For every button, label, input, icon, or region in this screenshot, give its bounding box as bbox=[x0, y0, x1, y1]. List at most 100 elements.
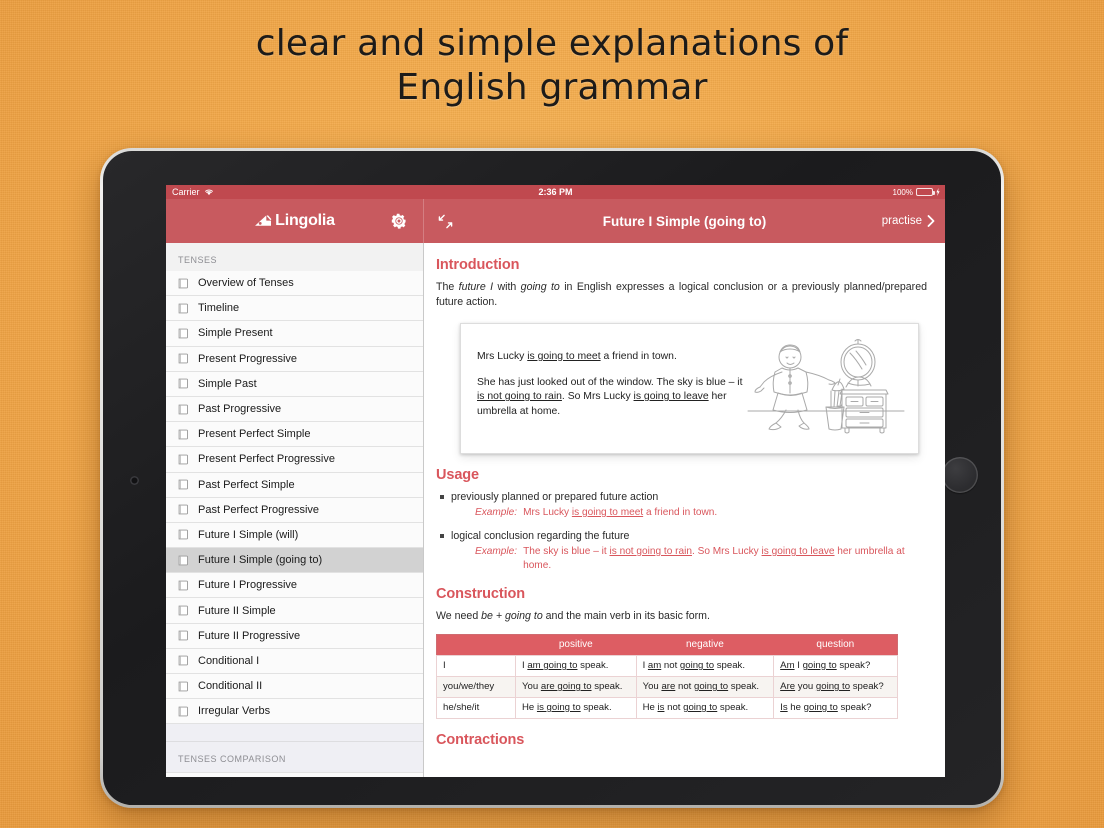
navbar-left-panel: Lingolia bbox=[166, 199, 424, 243]
cell-part-u1: are going to bbox=[540, 681, 592, 692]
sidebar-section-tenses-comparison-header: TENSES COMPARISON bbox=[166, 742, 423, 773]
tablet-device: Carrier 2:36 PM 100% Lingolia Future I S… bbox=[100, 148, 1004, 808]
sidebar-item-label: Future II Simple bbox=[198, 604, 276, 617]
cell-part-u1: are bbox=[661, 681, 676, 692]
construction-table-head: positive negative question bbox=[436, 634, 898, 655]
introduction-heading: Introduction bbox=[436, 257, 520, 273]
usage-example-label: Example: bbox=[475, 546, 518, 557]
cell-part-b: not bbox=[664, 702, 684, 713]
usage-example-text: The sky is blue – it is not going to rai… bbox=[523, 545, 927, 573]
contractions-heading: Contractions bbox=[436, 731, 525, 748]
cell-part-a: He bbox=[522, 702, 537, 713]
sidebar-item-simple-present[interactable]: Simple Present bbox=[166, 321, 423, 347]
page-title: Future I Simple (going to) bbox=[602, 213, 767, 229]
cell-part-u1: am going to bbox=[527, 660, 578, 671]
cell-part-u2: going to bbox=[802, 660, 837, 671]
book-icon bbox=[178, 303, 188, 314]
sidebar-item-conditional-i[interactable]: Conditional I bbox=[166, 648, 423, 674]
sidebar-item-present-progressive[interactable]: Present Progressive bbox=[166, 346, 423, 372]
book-icon bbox=[178, 504, 188, 515]
gear-icon[interactable] bbox=[391, 213, 407, 229]
sidebar-item-label: Future I Progressive bbox=[198, 579, 298, 592]
col-header-blank bbox=[436, 634, 516, 655]
cell-negative: You are not going to speak. bbox=[635, 675, 775, 698]
example-paragraph-1: Mrs Lucky is going to meet a friend in t… bbox=[477, 350, 743, 365]
example-p1-pre: Mrs Lucky bbox=[477, 351, 528, 362]
sidebar-item-present-perfect-simple[interactable]: Present Perfect Simple bbox=[166, 422, 423, 448]
sidebar-item-label: Past Perfect Progressive bbox=[198, 503, 320, 516]
sketch-woman-dresser-umbrella-illustration bbox=[747, 338, 904, 433]
book-icon bbox=[178, 479, 188, 490]
sidebar-item-past-perfect-progressive[interactable]: Past Perfect Progressive bbox=[166, 497, 423, 523]
status-bar-right: 100% bbox=[893, 188, 940, 197]
usage-ex-u1: is not going to rain bbox=[609, 546, 692, 557]
sidebar-list-tail bbox=[166, 772, 423, 777]
status-bar: Carrier 2:36 PM 100% bbox=[166, 185, 945, 199]
sidebar-item-list: Overview of Tenses Timeline Simple Present… bbox=[166, 271, 423, 725]
table-row: II am going to speak. I am not going to s… bbox=[436, 654, 898, 677]
cell-part-c: speak. bbox=[717, 702, 749, 713]
cell-part-b: not bbox=[675, 681, 694, 692]
sidebar-item-overview-of-tenses[interactable]: Overview of Tenses bbox=[166, 271, 423, 297]
navbar-right-panel: Future I Simple (going to) practise bbox=[424, 199, 945, 243]
book-icon bbox=[178, 555, 188, 566]
sidebar-item-irregular-verbs[interactable]: Irregular Verbs bbox=[166, 699, 423, 725]
expand-collapse-arrows-icon[interactable] bbox=[438, 214, 453, 229]
cell-part-u2: going to bbox=[679, 660, 715, 671]
sidebar-item-timeline[interactable]: Timeline bbox=[166, 296, 423, 322]
construction-intro: We need be + going to and the main verb … bbox=[436, 609, 927, 624]
example-box-text: Mrs Lucky is going to meet a friend in t… bbox=[477, 338, 743, 439]
construction-intro-b: and the main verb in its basic form. bbox=[542, 610, 710, 622]
example-p2-u1: is not going to rain bbox=[477, 391, 562, 403]
introduction-paragraph: The future I with going to in English ex… bbox=[436, 281, 927, 308]
sidebar-item-label: Present Perfect Progressive bbox=[198, 453, 335, 466]
sidebar-item-past-perfect-simple[interactable]: Past Perfect Simple bbox=[166, 472, 423, 498]
cell-part-u2: going to bbox=[803, 702, 838, 713]
book-icon bbox=[178, 429, 188, 440]
cell-part-c: speak. bbox=[728, 681, 760, 692]
sidebar-item-label: Past Perfect Simple bbox=[198, 478, 295, 491]
example-box: Mrs Lucky is going to meet a friend in t… bbox=[460, 323, 919, 454]
cell-part-c: speak? bbox=[837, 702, 872, 713]
cell-subject: he/she/it bbox=[436, 696, 516, 719]
cell-part-b: speak. bbox=[591, 681, 623, 692]
sidebar-item-simple-past[interactable]: Simple Past bbox=[166, 371, 423, 397]
sidebar-item-future-i-simple-going-to[interactable]: Future I Simple (going to) bbox=[166, 548, 423, 574]
example-p2-u2: is going to leave bbox=[633, 391, 709, 403]
sidebar-item-label: Overview of Tenses bbox=[198, 277, 294, 290]
cell-part-u1: is going to bbox=[536, 702, 581, 713]
sidebar-item-past-progressive[interactable]: Past Progressive bbox=[166, 396, 423, 423]
book-icon bbox=[178, 278, 188, 288]
book-icon bbox=[178, 328, 188, 339]
cell-part-b: he bbox=[787, 702, 804, 713]
usage-ex-u1: is going to meet bbox=[571, 507, 644, 518]
example-p2-b: . So Mrs Lucky bbox=[561, 391, 634, 403]
table-row: you/we/they You are going to speak. You ar… bbox=[436, 675, 898, 698]
cell-part-b: not bbox=[661, 660, 680, 671]
sidebar: TENSES Overview of Tenses Timeline Simple … bbox=[166, 243, 424, 777]
col-header-positive: positive bbox=[515, 634, 637, 655]
sidebar-item-future-ii-progressive[interactable]: Future II Progressive bbox=[166, 623, 423, 649]
sidebar-item-label: Present Perfect Simple bbox=[198, 428, 311, 441]
sidebar-item-conditional-ii[interactable]: Conditional II bbox=[166, 674, 423, 700]
sidebar-divider bbox=[166, 724, 423, 743]
cell-part-c: speak? bbox=[836, 660, 871, 671]
chevron-right-icon bbox=[927, 215, 935, 227]
sidebar-item-label: Future I Simple (will) bbox=[198, 528, 299, 541]
sidebar-item-label: Timeline bbox=[198, 302, 240, 315]
construction-intro-a: We need bbox=[436, 610, 482, 622]
book-icon bbox=[178, 580, 188, 591]
battery-percent-label: 100% bbox=[892, 187, 913, 197]
practise-button[interactable]: practise bbox=[882, 215, 935, 227]
sidebar-item-future-ii-simple[interactable]: Future II Simple bbox=[166, 598, 423, 624]
sidebar-item-future-i-simple-will[interactable]: Future I Simple (will) bbox=[166, 522, 423, 549]
sidebar-item-present-perfect-progressive[interactable]: Present Perfect Progressive bbox=[166, 447, 423, 473]
usage-ex-a: The sky is blue – it bbox=[523, 546, 610, 557]
sidebar-item-label: Future II Progressive bbox=[198, 629, 301, 642]
lingolia-logo-icon bbox=[255, 214, 272, 226]
home-button[interactable] bbox=[942, 457, 978, 493]
usage-example-text: Mrs Lucky is going to meet a friend in t… bbox=[523, 506, 927, 520]
cell-part-a: You bbox=[642, 681, 662, 692]
cell-subject: I bbox=[436, 654, 516, 677]
sidebar-item-future-i-progressive[interactable]: Future I Progressive bbox=[166, 573, 423, 599]
